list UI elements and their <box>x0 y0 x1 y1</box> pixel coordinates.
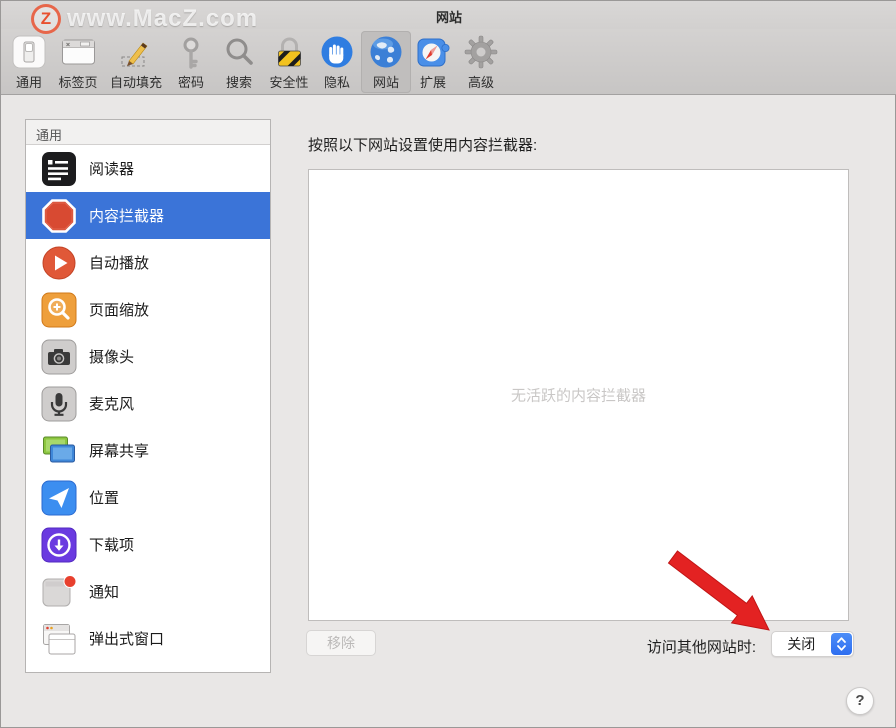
sidebar-item-label: 屏幕共享 <box>89 443 150 460</box>
sidebar-item-popup-windows[interactable]: 弹出式窗口 <box>26 615 270 662</box>
sidebar-item-page-zoom[interactable]: 页面缩放 <box>26 286 270 333</box>
toolbar-label: 高级 <box>467 75 494 90</box>
sidebar-item-label: 自动播放 <box>89 255 150 272</box>
zoom-magnifier-icon <box>41 292 77 328</box>
watermark: Z www.MacZ.com <box>31 3 258 35</box>
toolbar-label: 通用 <box>15 75 42 90</box>
screens-icon <box>41 433 77 469</box>
toolbar-item-privacy[interactable]: 隐私 <box>312 31 362 93</box>
toolbar-item-security[interactable]: 安全性 <box>262 31 315 93</box>
gear-icon <box>463 34 499 70</box>
popup-windows-icon <box>41 621 77 657</box>
key-icon <box>173 34 209 70</box>
tabs-icon <box>60 34 96 70</box>
toolbar-label: 隐私 <box>323 75 350 90</box>
remove-button[interactable]: 移除 <box>306 630 376 656</box>
safari-preferences-window: { "watermark": { "logo_letter": "Z", "te… <box>0 0 896 728</box>
content-blockers-heading: 按照以下网站设置使用内容拦截器: <box>308 137 538 154</box>
sidebar-item-reader[interactable]: 阅读器 <box>26 145 270 192</box>
switch-icon <box>11 34 47 70</box>
sidebar-item-notifications[interactable]: 通知 <box>26 568 270 615</box>
toolbar-label: 标签页 <box>58 75 98 90</box>
other-websites-label: 访问其他网站时: <box>646 639 756 656</box>
help-button[interactable]: ? <box>846 687 874 715</box>
sidebar-item-label: 位置 <box>89 490 120 507</box>
toolbar-label: 网站 <box>372 75 399 90</box>
notification-badge-icon <box>41 574 77 610</box>
pencil-icon <box>118 34 154 70</box>
popup-stepper-icon <box>830 633 852 655</box>
preferences-toolbar: 通用 标签页 自动填充 密码 搜索 安全性 隐私 网站 扩展 高级 <box>1 29 896 95</box>
sidebar-item-label: 摄像头 <box>89 349 135 366</box>
globe-icon <box>368 34 404 70</box>
location-arrow-icon <box>41 480 77 516</box>
sidebar-item-screen-sharing[interactable]: 屏幕共享 <box>26 427 270 474</box>
popup-selected-value: 关闭 <box>787 636 816 652</box>
microphone-icon <box>41 386 77 422</box>
sidebar-item-microphone[interactable]: 麦克风 <box>26 380 270 427</box>
toolbar-label: 自动填充 <box>109 75 163 90</box>
sidebar-item-label: 阅读器 <box>89 161 135 178</box>
reader-icon <box>41 151 77 187</box>
sidebar-item-downloads[interactable]: 下载项 <box>26 521 270 568</box>
hand-icon <box>319 34 355 70</box>
toolbar-label: 安全性 <box>269 75 309 90</box>
sidebar-section-header: 通用 <box>26 120 270 145</box>
download-circle-icon <box>41 527 77 563</box>
sidebar-item-camera[interactable]: 摄像头 <box>26 333 270 380</box>
toolbar-item-websites[interactable]: 网站 <box>361 31 411 93</box>
watermark-logo: Z <box>31 4 61 34</box>
toolbar-item-advanced[interactable]: 高级 <box>456 31 506 93</box>
stop-octagon-icon <box>41 198 77 234</box>
sidebar-item-label: 麦克风 <box>89 396 135 413</box>
toolbar-item-extensions[interactable]: 扩展 <box>408 31 458 93</box>
toolbar-item-general[interactable]: 通用 <box>4 31 54 93</box>
padlock-icon <box>271 34 307 70</box>
magnifier-icon <box>221 34 257 70</box>
camera-icon <box>41 339 77 375</box>
toolbar-label: 密码 <box>177 75 204 90</box>
toolbar-item-passwords[interactable]: 密码 <box>166 31 216 93</box>
toolbar-item-autofill[interactable]: 自动填充 <box>103 31 169 93</box>
other-websites-popup[interactable]: 关闭 <box>771 631 854 657</box>
sidebar-item-content-blockers[interactable]: 内容拦截器 <box>26 192 270 239</box>
empty-list-message: 无活跃的内容拦截器 <box>510 387 646 405</box>
sidebar-item-label: 通知 <box>89 584 120 601</box>
play-circle-icon <box>41 245 77 281</box>
toolbar-label: 搜索 <box>225 75 252 90</box>
watermark-text: www.MacZ.com <box>67 5 259 32</box>
toolbar-item-tabs[interactable]: 标签页 <box>51 31 104 93</box>
sidebar-item-label: 内容拦截器 <box>89 208 165 225</box>
sidebar-item-autoplay[interactable]: 自动播放 <box>26 239 270 286</box>
sidebar-item-label: 下载项 <box>89 537 135 554</box>
puzzle-icon <box>415 34 451 70</box>
sidebar-item-location[interactable]: 位置 <box>26 474 270 521</box>
websites-sidebar: 通用 阅读器 内容拦截器 自动播放 页面缩放 摄像头 麦克风 屏幕共享 位置 下… <box>25 119 271 673</box>
sidebar-item-label: 弹出式窗口 <box>89 631 165 648</box>
websites-list[interactable]: 无活跃的内容拦截器 <box>308 169 849 621</box>
toolbar-item-search[interactable]: 搜索 <box>214 31 264 93</box>
toolbar-label: 扩展 <box>419 75 446 90</box>
sidebar-item-label: 页面缩放 <box>89 302 150 319</box>
